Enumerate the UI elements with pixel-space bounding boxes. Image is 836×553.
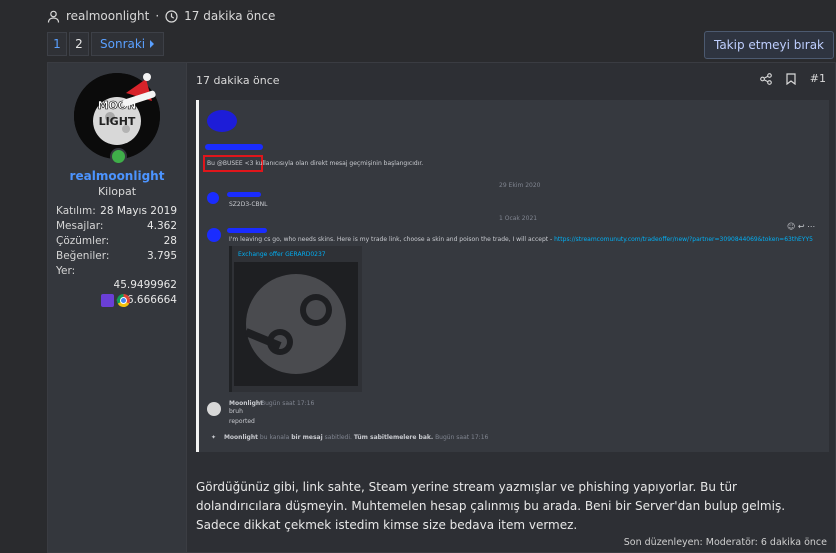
online-status-icon	[110, 148, 127, 165]
avatar-text-light: LIGHT	[99, 115, 136, 128]
stat-value[interactable]: 4.362	[147, 220, 177, 232]
pin-time: Bugün saat 17:16	[435, 434, 489, 441]
reply-line-1: bruh	[229, 408, 243, 415]
stat-label: Çözümler:	[56, 234, 110, 247]
scam-message: I'm leaving cs go, who needs skins. Here…	[229, 236, 813, 243]
meta-separator: ·	[155, 9, 160, 23]
pin-bold: bir mesaj	[291, 434, 323, 441]
user-icon	[47, 10, 60, 23]
stat-value: 3.795	[146, 249, 177, 262]
pin-text: bu kanala	[259, 434, 290, 441]
location-value[interactable]: 45.9499962 -66.666664	[56, 278, 177, 306]
reply-name: Moonlight	[229, 400, 264, 407]
avatar-redacted	[207, 192, 219, 204]
post-message: Gördüğünüz gibi, link sahte, Steam yerin…	[196, 480, 786, 532]
user-badges	[101, 294, 130, 307]
stat-label: Katılım:	[56, 204, 96, 217]
post-number[interactable]: #1	[810, 72, 826, 85]
stat-label: Beğeniler:	[56, 249, 110, 262]
edited-notice: Son düzenleyen: Moderatör: 6 dakika önce	[623, 537, 827, 548]
windows-icon	[101, 294, 114, 307]
unfollow-button[interactable]: Takip etmeyi bırak	[703, 31, 834, 59]
reply-time: Bugün saat 17:16	[261, 400, 315, 407]
stat-value: 28	[163, 234, 177, 247]
redaction-scribble	[207, 110, 237, 132]
user-stats: Katılım: 28 Mayıs 2019 Mesajlar: 4.362 Ç…	[56, 203, 177, 307]
reply-avatar	[207, 402, 221, 416]
pin-icon: ✦	[211, 434, 217, 441]
pin-text-2: sabitledi.	[324, 434, 352, 441]
next-page-label: Sonraki	[100, 37, 146, 51]
post-actions: #1	[759, 72, 826, 85]
avatar-image: MOON LIGHT	[74, 73, 160, 159]
page-1-button[interactable]: 1	[47, 32, 67, 56]
redaction-scribble	[205, 144, 263, 150]
pagination: 1 2 Sonraki	[47, 32, 165, 56]
stat-label: Yer:	[56, 264, 76, 277]
pin-name: Moonlight	[223, 434, 258, 441]
reply-line-2: reported	[229, 418, 255, 425]
stat-label: Mesajlar:	[56, 219, 104, 232]
next-page-button[interactable]: Sonraki	[91, 32, 165, 56]
clock-icon	[165, 9, 178, 23]
user-title: Kilopat	[97, 185, 137, 198]
scam-link[interactable]: https://streamcomunuty.com/tradeoffer/ne…	[554, 236, 813, 243]
link-embed[interactable]: Exchange offer GERARD0237	[229, 246, 362, 392]
post: MOON LIGHT realmoonlight Kilopat Katılım…	[47, 62, 836, 553]
stat-row-messages: Mesajlar: 4.362	[56, 218, 177, 233]
thread-author-link[interactable]: realmoonlight	[66, 9, 149, 23]
thread-time[interactable]: 17 dakika önce	[184, 9, 275, 23]
date-divider: 29 Ekim 2020	[499, 182, 541, 189]
username-link[interactable]: realmoonlight	[48, 169, 186, 183]
code-text: SZ2D3-CBNL	[229, 201, 268, 208]
stat-row-location: Yer:	[56, 263, 177, 278]
page-2-button[interactable]: 2	[69, 32, 89, 56]
thread-meta: realmoonlight · 17 dakika önce	[47, 6, 275, 26]
avatar[interactable]: MOON LIGHT	[74, 73, 160, 159]
dm-intro-text: Bu @BUSEE <3 kullanıcısıyla olan direkt …	[207, 160, 424, 167]
share-icon[interactable]	[759, 72, 772, 85]
chrome-icon	[117, 294, 130, 307]
stat-value: 28 Mayıs 2019	[100, 204, 177, 217]
user-pane: MOON LIGHT realmoonlight Kilopat Katılım…	[48, 63, 187, 552]
stat-row-solutions: Çözümler: 28	[56, 233, 177, 248]
message-actions: ☺ ↩ ⋯	[787, 222, 816, 231]
steam-logo-icon	[234, 262, 358, 386]
caret-right-icon	[150, 40, 155, 48]
scam-text: I'm leaving cs go, who needs skins. Here…	[229, 236, 553, 243]
pin-link[interactable]: Tüm sabitlemelere bak.	[354, 434, 433, 441]
pin-notice: ✦ Moonlight bu kanala bir mesaj sabitled…	[211, 434, 488, 441]
bookmark-icon[interactable]	[786, 72, 796, 85]
embedded-screenshot[interactable]: Bu @BUSEE <3 kullanıcısıyla olan direkt …	[196, 100, 829, 452]
redaction-scribble	[227, 192, 261, 197]
avatar-redacted	[207, 228, 221, 242]
redaction-scribble	[227, 228, 267, 233]
stat-row-likes: Beğeniler: 3.795	[56, 248, 177, 263]
embed-title[interactable]: Exchange offer GERARD0237	[238, 251, 326, 258]
post-time[interactable]: 17 dakika önce	[196, 74, 280, 87]
date-divider: 1 Ocak 2021	[499, 215, 538, 222]
stat-row-joined: Katılım: 28 Mayıs 2019	[56, 203, 177, 218]
